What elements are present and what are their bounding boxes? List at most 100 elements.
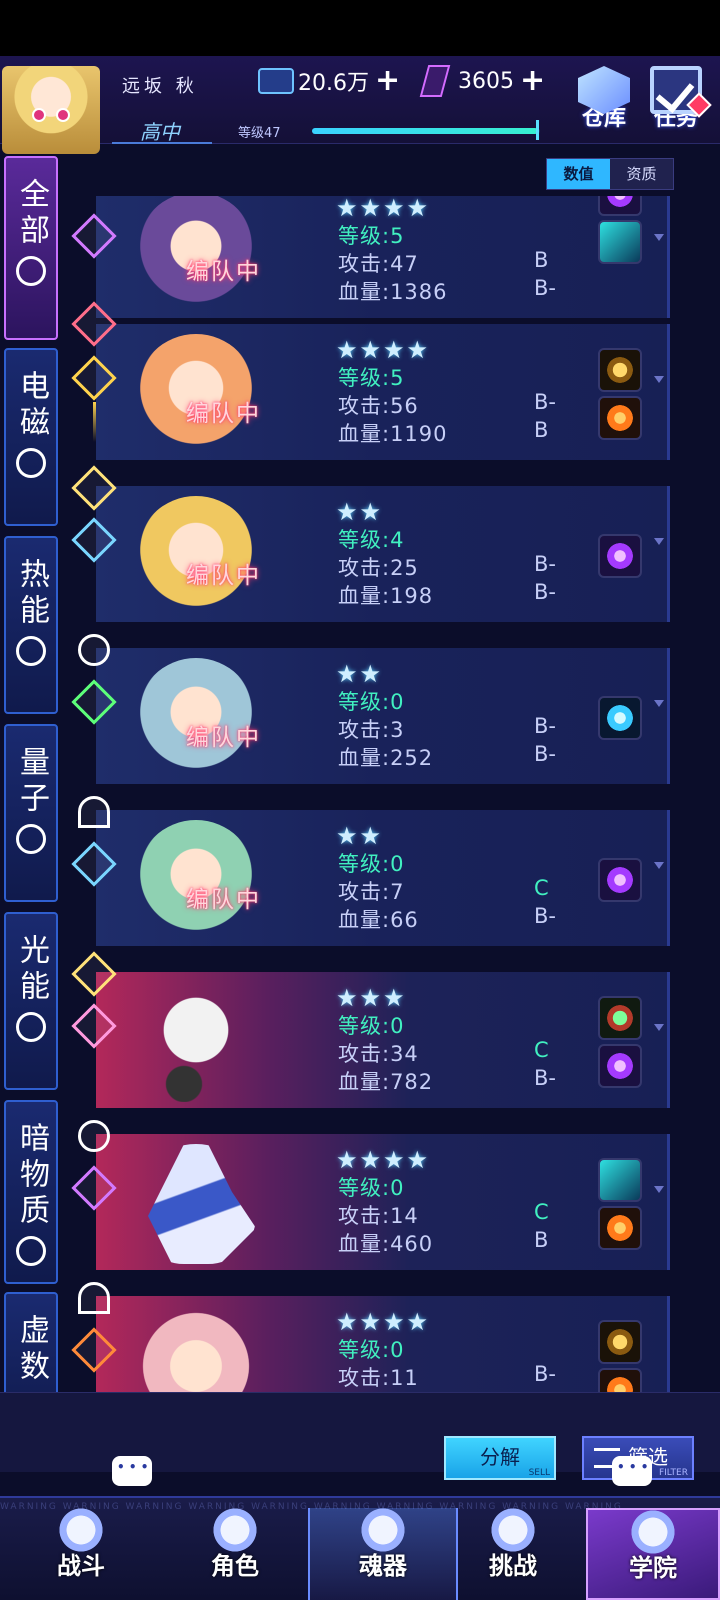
snowflake-skill-icon[interactable] [598,696,642,740]
antler-skill-icon[interactable] [598,1368,642,1392]
nav-souls[interactable]: 魂器 [308,1508,458,1600]
sort-mode-toggle: 数值 资质 [546,158,674,190]
strike-skill-icon[interactable] [598,396,642,440]
trident-skill-icon[interactable] [598,1206,642,1250]
card-attack: 攻击:25 [338,556,419,580]
tab-quantum[interactable]: 量子 [4,724,58,902]
shield-skill-icon[interactable] [598,1158,642,1202]
tab-label: 全部 [14,178,49,250]
tab-light[interactable]: 光能 [4,912,58,1090]
star-rating: ★★★★ [336,1308,431,1336]
level-progress-bar [312,128,540,134]
hp-grade: B- [534,904,556,928]
decompose-button[interactable]: 分解 SELL [444,1436,556,1480]
character-portrait: 编队中 [96,196,296,318]
soul-card[interactable]: 编队中 ★★ 等级:0 攻击:3 血量:252 B- B- [60,634,670,784]
tab-dark-matter[interactable]: 暗物质 [4,1100,58,1284]
card-level: 等级:5 [338,366,405,390]
lantern-skill-icon[interactable] [598,1320,642,1364]
hp-grade: B- [534,742,556,766]
soul-card[interactable]: 编队中 ★★ 等级:4 攻击:25 血量:198 B- B- [60,465,670,622]
character-figure [136,1306,256,1392]
player-avatar[interactable] [2,66,100,154]
in-team-tag: 编队中 [186,725,261,751]
soul-card[interactable]: 编队中 ★★★★ 等级:5 攻击:56 血量:1190 B- B [60,301,670,460]
player-name: 远坂 秋 [122,76,198,97]
quantum-element-icon [78,634,110,666]
tree-skill-icon[interactable] [598,996,642,1040]
soul-card[interactable]: 编队中 ★★ 等级:0 攻击:7 血量:66 C B- [60,796,670,946]
attack-grade: C [534,1200,549,1224]
eye-skill-icon[interactable] [598,1044,642,1088]
card-level: 等级:0 [338,690,405,714]
dark-matter-icon [16,1236,46,1266]
add-gems-button[interactable]: + [520,66,545,96]
nav-label: 战斗 [57,1552,105,1580]
card-level: 等级:0 [338,1014,405,1038]
character-portrait [96,1134,296,1270]
soul-card-list[interactable]: 编队中 ★★★★ 等级:5 攻击:47 血量:1386 B B- 编队中 ★★★… [60,196,700,1392]
in-team-tag: 编队中 [186,563,261,589]
card-attack: 攻击:47 [338,252,419,276]
card-hp: 血量:782 [338,1070,434,1094]
attack-grade: B- [534,1362,556,1386]
star-rating: ★★★★ [336,1146,431,1174]
character-figure [136,982,256,1102]
hp-grade: B- [534,276,556,300]
add-coins-button[interactable]: + [375,66,400,96]
nav-academy[interactable]: 学院 [586,1508,720,1600]
star-rating: ★★ [336,498,384,526]
hp-grade: B [534,418,549,442]
card-hp: 血量:252 [338,746,434,770]
nav-label: 学院 [629,1554,677,1582]
card-attack: 攻击:56 [338,394,419,418]
avatar-eye [56,108,70,122]
chat-bubble-icon[interactable] [612,1456,652,1486]
character-portrait [96,972,296,1108]
coin-amount: 20.6万 [298,71,369,96]
silhouette-skill-icon[interactable] [598,348,642,392]
tab-all[interactable]: 全部 [4,156,58,340]
chat-bubble-icon[interactable] [112,1456,152,1486]
soul-card[interactable]: ★★★★ 等级:0 攻击:11 B- [60,1282,670,1392]
tab-thermal[interactable]: 热能 [4,536,58,714]
card-level: 等级:0 [338,852,405,876]
decompose-label: 分解 [480,1445,520,1469]
tab-imaginary[interactable]: 虚数 [4,1292,58,1396]
sword-skill-icon[interactable] [598,220,642,264]
sort-by-value-tab[interactable]: 数值 [547,159,610,189]
orbit-skill-icon[interactable] [598,196,642,216]
element-filter-tabs: 全部 电磁 热能 量子 光能 暗物质 虚数 [0,156,60,1396]
hp-grade: B- [534,1066,556,1090]
element-line [93,402,96,442]
tab-label: 电磁 [14,370,49,442]
tab-electromagnetic[interactable]: 电磁 [4,348,58,526]
tasks-button[interactable]: 任务 [644,66,712,142]
hp-grade: B [534,1228,549,1252]
expand-arrow-icon [654,538,664,545]
nav-challenge[interactable]: 挑战 [438,1508,588,1600]
card-level: 等级:4 [338,528,405,552]
expand-arrow-icon [654,1024,664,1031]
level-progress-fill [312,128,538,134]
nav-battle[interactable]: 战斗 [6,1508,156,1600]
player-header: 远坂 秋 高中 等级47 20.6万 + 3605 + 仓库 任务 [0,56,720,154]
character-portrait: 编队中 [96,324,296,460]
card-attack: 攻击:11 [338,1366,419,1390]
soul-card[interactable]: ★★★ 等级:0 攻击:34 血量:782 C B- [60,951,670,1108]
player-level: 等级47 [238,126,281,141]
soul-card[interactable]: 编队中 ★★★★ 等级:5 攻击:47 血量:1386 B B- [60,196,670,318]
tab-label: 量子 [14,746,49,818]
heat-icon [16,636,46,666]
character-portrait: 编队中 [96,486,296,622]
character-figure [148,1144,256,1264]
sort-by-quality-tab[interactable]: 资质 [610,159,673,189]
card-level: 等级:5 [338,224,405,248]
warehouse-button[interactable]: 仓库 [572,66,636,142]
coin-counter: 20.6万 + [258,66,400,96]
triad-skill-icon[interactable] [598,534,642,578]
triad-skill-icon[interactable] [598,858,642,902]
soul-card[interactable]: ★★★★ 等级:0 攻击:14 血量:460 C B [60,1120,670,1270]
character-portrait: 编队中 [96,810,296,946]
nav-roles[interactable]: 角色 [160,1508,310,1600]
